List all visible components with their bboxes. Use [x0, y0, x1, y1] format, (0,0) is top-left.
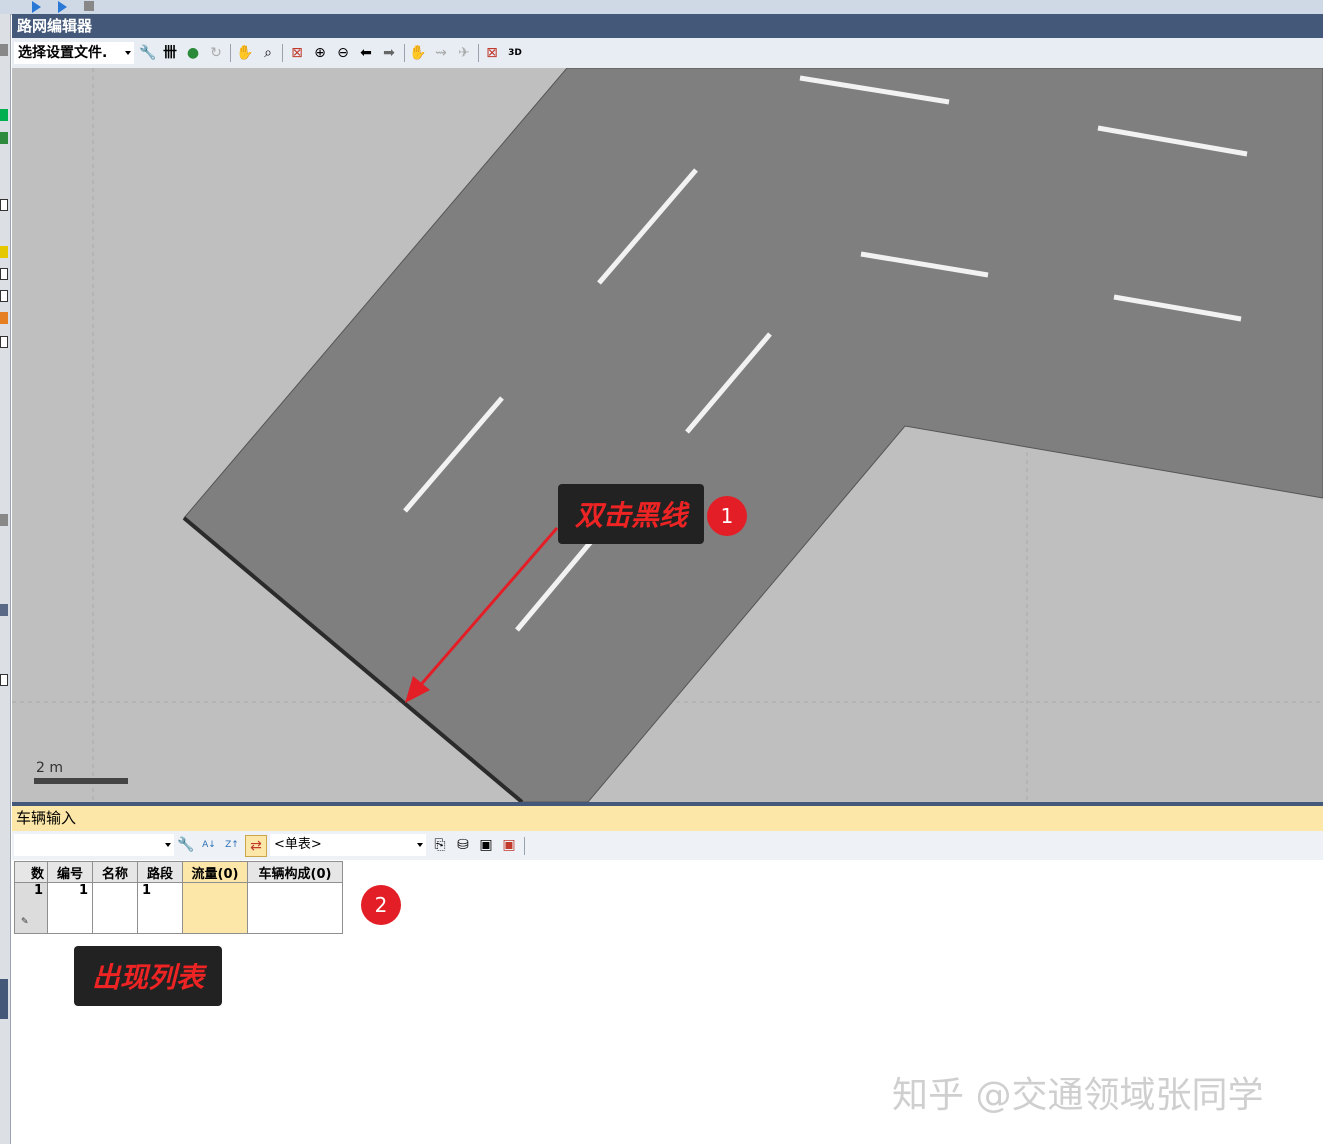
column-header-count[interactable]: 数 — [14, 861, 48, 883]
view-select-label: <单表> — [274, 837, 322, 852]
3d-icon[interactable]: 3D — [507, 45, 523, 61]
edit-pencil-icon: ✎ — [21, 917, 29, 927]
sidebar-swatch[interactable] — [0, 132, 8, 144]
config-file-select-label: 选择设置文件. — [18, 45, 108, 61]
zoom-extent-icon[interactable]: ⊠ — [289, 45, 305, 61]
pan-icon[interactable]: ✋ — [236, 45, 253, 61]
zoom-search-icon[interactable]: ⌕ — [260, 45, 276, 61]
wrench-icon[interactable]: 🔧 — [177, 837, 194, 853]
column-header-name[interactable]: 名称 — [92, 861, 138, 883]
save-icon[interactable]: ▣ — [478, 837, 494, 853]
play-icon[interactable] — [32, 1, 41, 13]
row-count-cell[interactable]: 1 ✎ — [14, 882, 48, 934]
chevron-down-icon[interactable] — [125, 51, 131, 55]
zoom-out-icon[interactable]: ⊖ — [335, 45, 351, 61]
copy-icon[interactable]: ⎘ — [432, 837, 448, 853]
chevron-down-icon[interactable] — [417, 843, 423, 847]
save-as-icon[interactable]: ▣ — [501, 837, 517, 853]
toolbar-separator — [282, 44, 283, 62]
toolbar-separator — [524, 837, 525, 855]
scale-bar — [34, 778, 128, 784]
row-id-cell[interactable]: 1 — [47, 882, 93, 934]
plane-icon[interactable]: ✈ — [456, 45, 472, 61]
step-icon[interactable] — [58, 1, 67, 13]
vehicle-input-table: 数 编号 名称 路段 流量(0) 车辆构成(0) 1 ✎ 1 1 — [14, 861, 343, 934]
callout-list-appears: 出现列表 — [74, 946, 222, 1006]
sort-za-icon[interactable]: Z↑ — [224, 837, 240, 853]
sidebar-swatch[interactable] — [0, 246, 8, 258]
sidebar-swatch[interactable] — [0, 336, 8, 348]
sidebar-swatch[interactable] — [0, 290, 8, 302]
sidebar-swatch[interactable] — [0, 604, 8, 616]
hand-icon[interactable]: ✋ — [409, 45, 426, 61]
column-header-link[interactable]: 路段 — [137, 861, 183, 883]
toolbar-separator — [478, 44, 479, 62]
sort-az-icon[interactable]: A↓ — [201, 837, 217, 853]
sidebar-swatch[interactable] — [0, 268, 8, 280]
scale-label: 2 m — [36, 760, 63, 776]
network-editor-toolbar: 选择设置文件. 🔧 卌 ● ↻ ✋ ⌕ ⊠ ⊕ ⊖ ⬅ ➡ ✋ ⇝ ✈ ⊠ 3D — [12, 38, 1323, 69]
vehicle-input-toolbar: 🔧 A↓ Z↑ ⇄ <单表> ⎘ ⛁ ▣ ▣ — [12, 831, 1323, 861]
back-arrow-icon[interactable]: ⬅ — [358, 45, 374, 61]
sidebar-swatch[interactable] — [0, 199, 8, 211]
column-header-composition[interactable]: 车辆构成(0) — [247, 861, 343, 883]
toolbar-separator — [230, 44, 231, 62]
column-header-volume[interactable]: 流量(0) — [182, 861, 248, 883]
network-canvas[interactable]: 2 m — [12, 68, 1323, 802]
road-link[interactable] — [183, 68, 1323, 802]
quick-toolbar — [0, 0, 1323, 15]
view-select[interactable]: <单表> — [270, 834, 426, 856]
filter-select[interactable] — [14, 834, 174, 856]
row-link-cell[interactable]: 1 — [137, 882, 183, 934]
refresh-icon[interactable]: ↻ — [208, 45, 224, 61]
row-count: 1 — [33, 883, 43, 898]
database-icon[interactable]: ⛁ — [455, 837, 471, 853]
vehicle-input-title: 车辆输入 — [12, 806, 1323, 831]
forward-arrow-icon[interactable]: ➡ — [381, 45, 397, 61]
delete-box-icon[interactable]: ⊠ — [484, 45, 500, 61]
watermark: 知乎 @交通领域张同学 — [892, 1075, 1264, 1116]
column-header-id[interactable]: 编号 — [47, 861, 93, 883]
config-file-select[interactable]: 选择设置文件. — [14, 42, 134, 64]
table-row[interactable]: 1 ✎ 1 1 — [14, 882, 343, 934]
left-sidebar — [0, 14, 11, 1144]
road-network-drawing — [12, 68, 1323, 802]
vehicle-icon[interactable]: ⇝ — [433, 45, 449, 61]
toolbar-separator — [404, 44, 405, 62]
row-name-cell[interactable] — [92, 882, 138, 934]
sidebar-swatch[interactable] — [0, 674, 8, 686]
grid-icon[interactable]: 卌 — [162, 45, 178, 61]
callout-double-click: 双击黑线 — [558, 484, 704, 544]
wrench-icon[interactable]: 🔧 — [139, 45, 156, 61]
sidebar-swatch[interactable] — [0, 514, 8, 526]
globe-icon[interactable]: ● — [185, 45, 201, 61]
sync-icon[interactable]: ⇄ — [245, 835, 267, 857]
sidebar-swatch[interactable] — [0, 312, 8, 324]
zoom-in-icon[interactable]: ⊕ — [312, 45, 328, 61]
row-volume-cell[interactable] — [182, 882, 248, 934]
sidebar-panel-tab[interactable] — [0, 979, 8, 1019]
step-badge-2: 2 — [361, 885, 401, 925]
sidebar-swatch[interactable] — [0, 44, 8, 56]
chevron-down-icon[interactable] — [165, 843, 171, 847]
step-badge-1: 1 — [707, 496, 747, 536]
stop-icon[interactable] — [84, 1, 94, 11]
network-editor-title: 路网编辑器 — [12, 14, 1323, 38]
row-composition-cell[interactable] — [247, 882, 343, 934]
sidebar-swatch[interactable] — [0, 109, 8, 121]
